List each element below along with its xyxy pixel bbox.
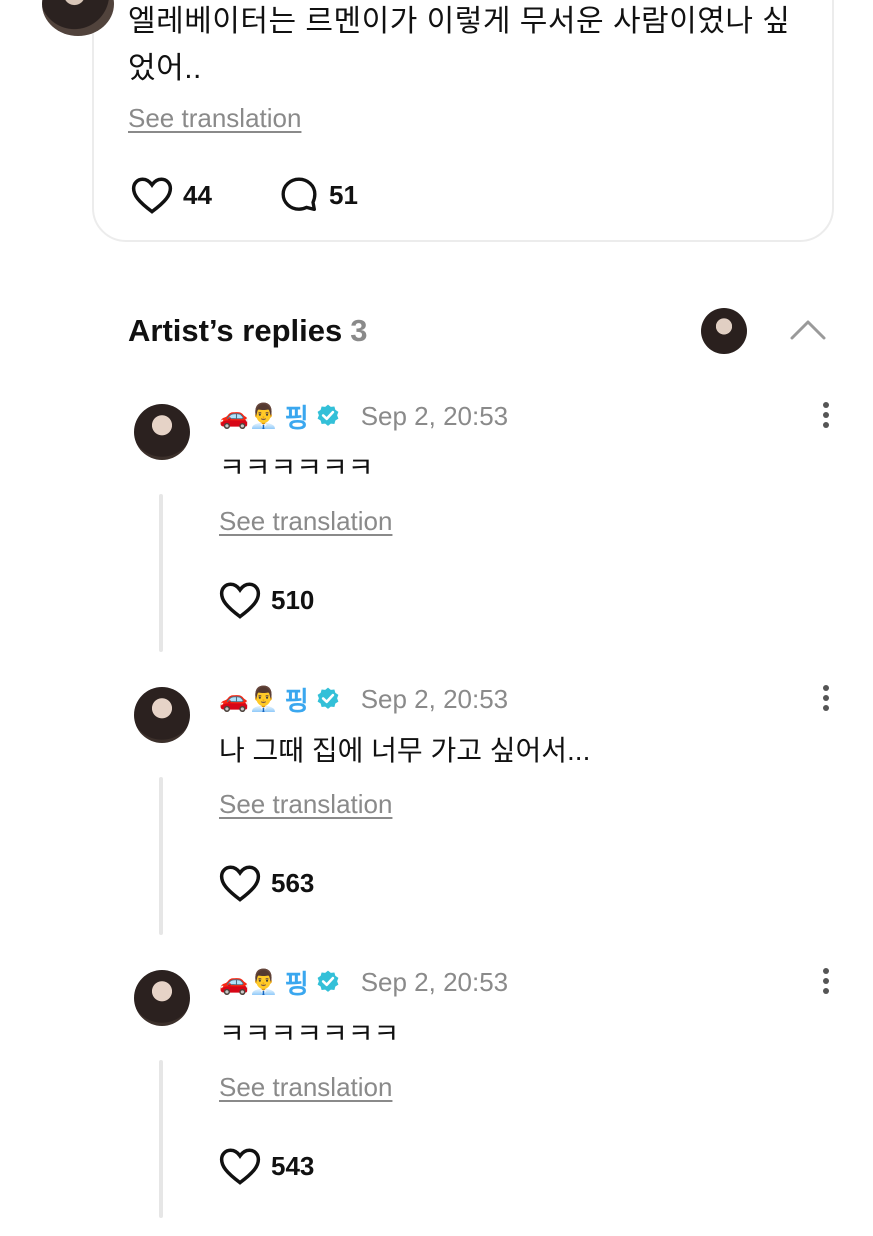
artist-name[interactable]: 핑 — [285, 964, 309, 1001]
verified-badge-icon — [317, 970, 339, 992]
thread-line — [159, 1060, 163, 1218]
like-button[interactable]: 44 — [131, 175, 212, 215]
see-translation-link[interactable]: See translation — [219, 506, 392, 537]
reply-header: 🚗👨‍💼 핑 Sep 2, 20:53 — [219, 396, 508, 436]
more-options-icon[interactable] — [816, 400, 836, 430]
like-button[interactable]: 543 — [219, 1146, 314, 1186]
comment-count: 51 — [329, 179, 358, 210]
thread-line — [159, 777, 163, 935]
avatar[interactable] — [134, 970, 190, 1026]
artist-replies-title: Artist’s replies 3 — [128, 313, 367, 349]
like-count: 563 — [271, 867, 315, 898]
reply-text: 나 그때 집에 너무 가고 싶어서... — [219, 735, 591, 766]
reply-item: 🚗👨‍💼 핑 Sep 2, 20:53 ㅋㅋㅋㅋㅋㅋㅋ See translat… — [0, 966, 873, 1236]
artist-avatar[interactable] — [701, 308, 747, 354]
avatar[interactable] — [134, 404, 190, 460]
section-title-label: Artist’s replies — [128, 313, 343, 348]
reply-item: 🚗👨‍💼 핑 Sep 2, 20:53 ㅋㅋㅋㅋㅋㅋ See translati… — [0, 400, 873, 670]
see-translation-link[interactable]: See translation — [128, 103, 301, 134]
reply-header: 🚗👨‍💼 핑 Sep 2, 20:53 — [219, 962, 508, 1002]
more-options-icon[interactable] — [816, 966, 836, 996]
verified-badge-icon — [317, 687, 339, 709]
reply-count: 3 — [350, 313, 368, 348]
timestamp: Sep 2, 20:53 — [360, 683, 509, 714]
see-translation-link[interactable]: See translation — [219, 1072, 392, 1103]
name-emojis: 🚗👨‍💼 — [219, 685, 279, 713]
artist-name[interactable]: 핑 — [285, 681, 309, 718]
like-count: 543 — [271, 1150, 315, 1181]
reply-text: ㅋㅋㅋㅋㅋㅋ — [219, 452, 374, 483]
like-count: 44 — [183, 179, 212, 210]
more-options-icon[interactable] — [816, 683, 836, 713]
timestamp: Sep 2, 20:53 — [360, 400, 509, 431]
reply-header: 🚗👨‍💼 핑 Sep 2, 20:53 — [219, 679, 508, 719]
avatar[interactable] — [134, 687, 190, 743]
chevron-up-icon[interactable] — [788, 314, 828, 344]
timestamp: Sep 2, 20:53 — [360, 966, 509, 997]
reply-text: ㅋㅋㅋㅋㅋㅋㅋ — [219, 1018, 400, 1049]
reply-item: 🚗👨‍💼 핑 Sep 2, 20:53 나 그때 집에 너무 가고 싶어서...… — [0, 683, 873, 953]
heart-icon — [219, 582, 261, 619]
like-count: 510 — [271, 584, 315, 615]
heart-icon — [131, 177, 173, 214]
like-button[interactable]: 510 — [219, 580, 314, 620]
artist-name[interactable]: 핑 — [285, 398, 309, 435]
verified-badge-icon — [317, 404, 339, 426]
name-emojis: 🚗👨‍💼 — [219, 402, 279, 430]
like-button[interactable]: 563 — [219, 863, 314, 903]
heart-icon — [219, 865, 261, 902]
comment-button[interactable]: 51 — [279, 175, 358, 215]
comment-bubble-icon — [281, 177, 317, 211]
heart-icon — [219, 1148, 261, 1185]
name-emojis: 🚗👨‍💼 — [219, 968, 279, 996]
thread-line — [159, 494, 163, 652]
post-text: 엘레베이터는 르멘이가 이렇게 무서운 사람이였나 싶었어.. — [128, 5, 791, 85]
see-translation-link[interactable]: See translation — [219, 789, 392, 820]
